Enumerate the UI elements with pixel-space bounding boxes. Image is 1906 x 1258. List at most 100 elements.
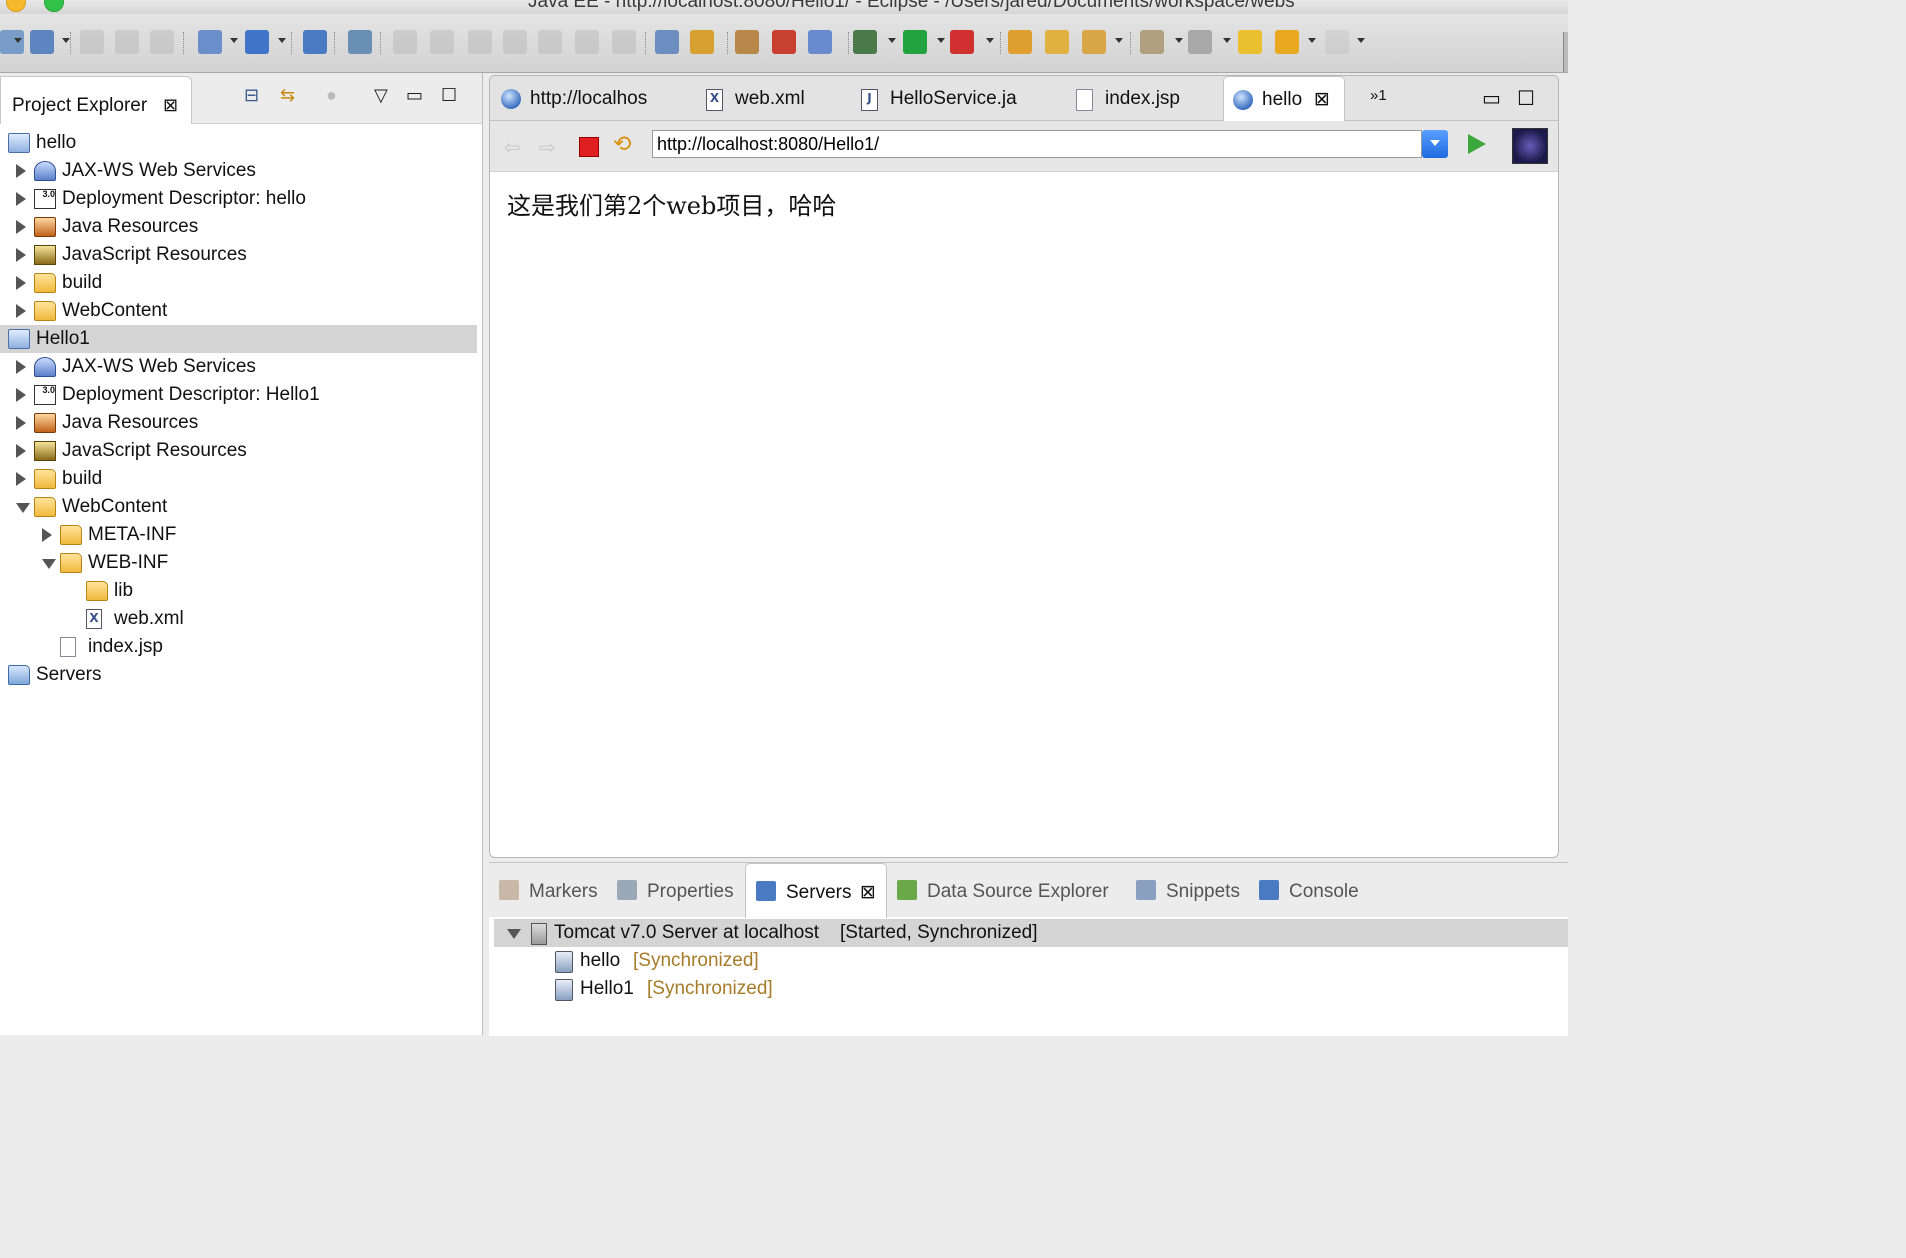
tab-markers[interactable]: Markers: [489, 863, 607, 917]
back-icon[interactable]: [1275, 30, 1299, 54]
open-folder-icon[interactable]: [1045, 30, 1069, 54]
close-icon[interactable]: ⊠: [1314, 77, 1330, 123]
dropdown-arrow-icon[interactable]: [1115, 38, 1123, 43]
annotation-prev-icon[interactable]: [1188, 30, 1212, 54]
eclipse-icon[interactable]: [1512, 128, 1548, 164]
collapse-all-icon[interactable]: ⊟: [244, 85, 259, 106]
tab-http-localhos[interactable]: http://localhos: [490, 76, 685, 120]
dropdown-arrow-icon[interactable]: [230, 38, 238, 43]
tree-item[interactable]: lib: [0, 577, 477, 605]
url-input[interactable]: [652, 130, 1422, 158]
tab-servers[interactable]: Servers ⊠: [745, 863, 887, 918]
tree-item[interactable]: index.jsp: [0, 633, 477, 661]
close-icon[interactable]: ⊠: [163, 95, 178, 116]
resume-icon[interactable]: [393, 30, 417, 54]
tab-hello[interactable]: hello ⊠: [1223, 76, 1345, 122]
disconnect-debug-icon[interactable]: [503, 30, 527, 54]
expand-twisty[interactable]: [507, 929, 521, 939]
dropdown-arrow-icon[interactable]: [62, 38, 70, 43]
dropdown-arrow-icon[interactable]: [278, 38, 286, 43]
tree-item[interactable]: Hello1: [0, 325, 477, 353]
tree-item[interactable]: 3.0 Deployment Descriptor: hello: [0, 185, 477, 213]
save-all-icon[interactable]: [115, 30, 139, 54]
tree-item[interactable]: JAX-WS Web Services: [0, 157, 477, 185]
dropdown-arrow-icon[interactable]: [986, 38, 994, 43]
collapsed-twisty[interactable]: [16, 192, 26, 206]
run-icon[interactable]: [903, 30, 927, 54]
suspend-icon[interactable]: [430, 30, 454, 54]
tree-item[interactable]: build: [0, 269, 477, 297]
dropdown-arrow-icon[interactable]: [14, 38, 22, 43]
zoom-window-button[interactable]: [44, 0, 64, 12]
annotation-next-icon[interactable]: [1140, 30, 1164, 54]
tasks-icon[interactable]: [655, 30, 679, 54]
minimize-window-button[interactable]: [6, 0, 26, 12]
forward-icon[interactable]: ⇨: [539, 135, 561, 159]
server-module-row[interactable]: Hello1 [Synchronized]: [489, 975, 1568, 1003]
tree-item[interactable]: Xweb.xml: [0, 605, 477, 633]
dropdown-arrow-icon[interactable]: [888, 38, 896, 43]
step-over-icon[interactable]: [575, 30, 599, 54]
collapsed-twisty[interactable]: [16, 388, 26, 402]
tomcat-restart-icon[interactable]: [808, 30, 832, 54]
tree-item[interactable]: WebContent: [0, 297, 477, 325]
server-module-row[interactable]: hello [Synchronized]: [489, 947, 1568, 975]
tree-item[interactable]: Java Resources: [0, 409, 477, 437]
collapsed-twisty[interactable]: [16, 276, 26, 290]
stop-icon[interactable]: [579, 137, 599, 157]
tab-snippets[interactable]: Snippets: [1126, 863, 1246, 917]
tree-item[interactable]: JavaScript Resources: [0, 241, 477, 269]
tab-project-explorer[interactable]: Project Explorer ⊠: [0, 76, 192, 124]
tree-item[interactable]: META-INF: [0, 521, 477, 549]
filter-icon[interactable]: ●: [326, 85, 337, 106]
tab-console[interactable]: Console: [1249, 863, 1369, 917]
url-history-dropdown[interactable]: [1422, 130, 1448, 158]
tab-properties[interactable]: Properties: [607, 863, 745, 917]
new-icon[interactable]: [30, 30, 54, 54]
tree-item[interactable]: 3.0 Deployment Descriptor: Hello1: [0, 381, 477, 409]
server-row[interactable]: Tomcat v7.0 Server at localhost [Started…: [494, 919, 1568, 947]
collapsed-twisty[interactable]: [16, 444, 26, 458]
maximize-icon[interactable]: ☐: [441, 85, 457, 106]
collapsed-twisty[interactable]: [16, 304, 26, 318]
maximize-icon[interactable]: ☐: [1517, 76, 1535, 120]
collapsed-twisty[interactable]: [16, 416, 26, 430]
dropdown-arrow-icon[interactable]: [937, 38, 945, 43]
collapsed-twisty[interactable]: [16, 472, 26, 486]
last-edit-icon[interactable]: [1238, 30, 1262, 54]
tab-helloservice-ja[interactable]: J HelloService.ja: [850, 76, 1055, 120]
tab-web-xml[interactable]: Xweb.xml: [695, 76, 845, 120]
step-return-icon[interactable]: [612, 30, 636, 54]
tomcat-start-icon[interactable]: [735, 30, 759, 54]
tree-item[interactable]: build: [0, 465, 477, 493]
collapsed-twisty[interactable]: [16, 360, 26, 374]
brush-icon[interactable]: [1082, 30, 1106, 54]
debug-icon[interactable]: [853, 30, 877, 54]
collapsed-twisty[interactable]: [16, 220, 26, 234]
minimize-icon[interactable]: ▭: [406, 85, 423, 106]
dropdown-arrow-icon[interactable]: [1357, 38, 1365, 43]
disconnect-icon[interactable]: [348, 30, 372, 54]
link-with-editor-icon[interactable]: ⇆: [280, 85, 295, 106]
close-icon[interactable]: ⊠: [860, 864, 876, 922]
dropdown-arrow-icon[interactable]: [1308, 38, 1316, 43]
step-into-icon[interactable]: [538, 30, 562, 54]
collapsed-twisty[interactable]: [16, 248, 26, 262]
tree-item[interactable]: WEB-INF: [0, 549, 477, 577]
collapsed-twisty[interactable]: [42, 528, 52, 542]
forward-icon[interactable]: [1325, 30, 1349, 54]
expanded-twisty[interactable]: [16, 503, 30, 513]
tree-item[interactable]: Servers: [0, 661, 477, 689]
new-web-service-icon[interactable]: [245, 30, 269, 54]
dropdown-arrow-icon[interactable]: [1223, 38, 1231, 43]
skip-icon[interactable]: [690, 30, 714, 54]
minimize-icon[interactable]: ▭: [1482, 76, 1501, 120]
globe-icon[interactable]: [303, 30, 327, 54]
tree-item[interactable]: JavaScript Resources: [0, 437, 477, 465]
view-menu-icon[interactable]: ▽: [374, 85, 388, 106]
tab-index-jsp[interactable]: index.jsp: [1065, 76, 1215, 120]
print-icon[interactable]: [150, 30, 174, 54]
refresh-icon[interactable]: ⟲: [613, 131, 635, 156]
tree-item[interactable]: Java Resources: [0, 213, 477, 241]
go-icon[interactable]: [1468, 134, 1486, 154]
